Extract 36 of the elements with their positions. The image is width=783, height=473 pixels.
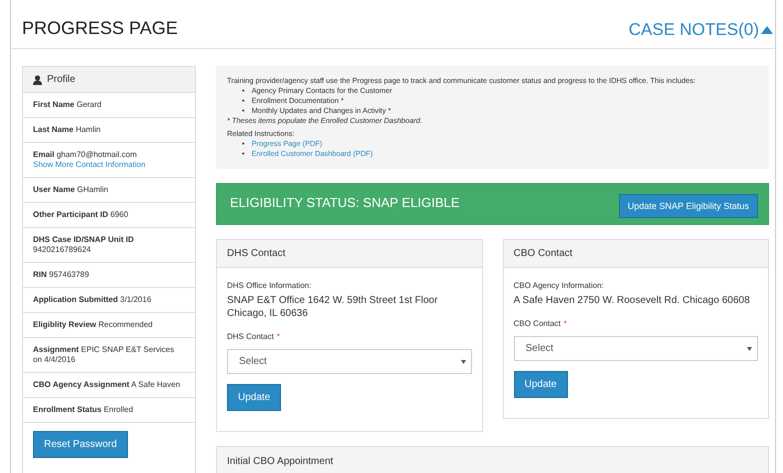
- profile-field: Other Participant ID 6960: [33, 210, 185, 220]
- panel-title: Initial CBO Appointment: [227, 456, 334, 467]
- caret-up-icon: [761, 26, 773, 34]
- case-notes-link[interactable]: CASE NOTES(0): [628, 20, 773, 40]
- profile-field: First Name Gerard: [33, 100, 185, 110]
- profile-field: User Name GHamlin: [33, 185, 185, 195]
- profile-field: Email gham70@hotmail.com: [33, 150, 185, 160]
- field-label: CBO Contact *: [514, 319, 567, 328]
- address-text: A Safe Haven 2750 W. Roosevelt Rd. Chicago 60608: [514, 294, 750, 307]
- user-icon: [33, 74, 42, 84]
- caret-down-icon: [460, 360, 466, 364]
- profile-field: RIN 957463789: [33, 270, 185, 280]
- eligibility-status: ELIGIBILITY STATUS: SNAP ELIGIBLE: [230, 195, 460, 210]
- update-button[interactable]: Update: [514, 371, 568, 398]
- address-text: SNAP E&T Office 1642 W. 59th Street 1st Floor Chicago, IL 60636: [227, 294, 439, 320]
- contact-info-link[interactable]: Show More Contact Information: [33, 160, 185, 170]
- panel-title: DHS Contact: [217, 240, 482, 268]
- info-label: CBO Agency Information:: [514, 281, 604, 290]
- profile-field: Application Submitted 3/1/2016: [33, 295, 185, 305]
- info-label: DHS Office Information:: [227, 281, 312, 290]
- select-field[interactable]: Select: [227, 349, 472, 374]
- panel-title: CBO Contact: [504, 240, 768, 268]
- field-label: DHS Contact *: [227, 332, 280, 341]
- profile-field: Assignment EPIC SNAP E&T Services on 4/4/2016: [33, 345, 185, 365]
- profile-field: Enrollment Status Enrolled: [33, 405, 185, 415]
- update-eligibility-button[interactable]: Update SNAP Eligibility Status: [618, 194, 758, 218]
- profile-field: Last Name Hamlin: [33, 125, 185, 135]
- page-title: PROGRESS PAGE: [22, 18, 178, 38]
- profile-field: Eligiblity Review Recommended: [33, 320, 185, 330]
- update-button[interactable]: Update: [227, 384, 282, 411]
- profile-field: CBO Agency Assignment A Safe Haven: [33, 380, 185, 390]
- select-field[interactable]: Select: [514, 336, 758, 361]
- caret-down-icon: [747, 346, 752, 350]
- profile-header: Profile: [47, 74, 76, 85]
- profile-field: DHS Case ID/SNAP Unit ID 9420216789624: [33, 235, 185, 255]
- reset-password-button[interactable]: Reset Password: [33, 431, 128, 458]
